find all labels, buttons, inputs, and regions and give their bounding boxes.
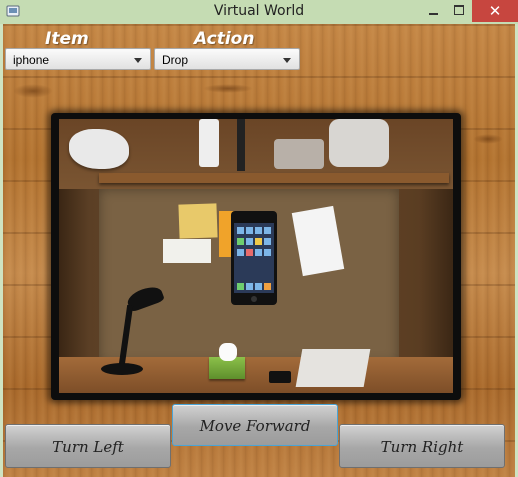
turn-left-button[interactable]: Turn Left [5, 424, 171, 468]
turn-right-button[interactable]: Turn Right [339, 424, 505, 468]
chevron-down-icon [134, 58, 142, 63]
app-window: Virtual World ✕ Item Action iphone Drop [0, 0, 518, 477]
item-label: Item [45, 29, 89, 49]
item-select[interactable]: iphone [5, 48, 151, 70]
iphone-icon[interactable] [231, 211, 277, 305]
turn-right-label: Turn Right [380, 438, 464, 456]
move-forward-label: Move Forward [199, 417, 311, 435]
close-button[interactable]: ✕ [472, 0, 518, 22]
chevron-down-icon [283, 58, 291, 63]
minimize-button[interactable] [420, 0, 446, 22]
action-label: Action [194, 29, 255, 49]
action-select[interactable]: Drop [154, 48, 300, 70]
action-select-value: Drop [162, 53, 189, 67]
turn-left-label: Turn Left [52, 438, 124, 456]
wood-knot-decoration [473, 134, 503, 144]
wood-knot-decoration [203, 84, 253, 93]
main-panel: Item Action iphone Drop Turn Left Move F… [3, 24, 515, 477]
item-select-value: iphone [13, 53, 50, 67]
title-bar[interactable]: Virtual World ✕ [0, 0, 518, 24]
wood-knot-decoration [13, 84, 53, 98]
scene-view-frame [51, 113, 461, 400]
maximize-button[interactable] [446, 0, 472, 22]
close-icon: ✕ [488, 2, 502, 20]
move-forward-button[interactable]: Move Forward [172, 404, 338, 446]
scene-photo [59, 119, 453, 393]
